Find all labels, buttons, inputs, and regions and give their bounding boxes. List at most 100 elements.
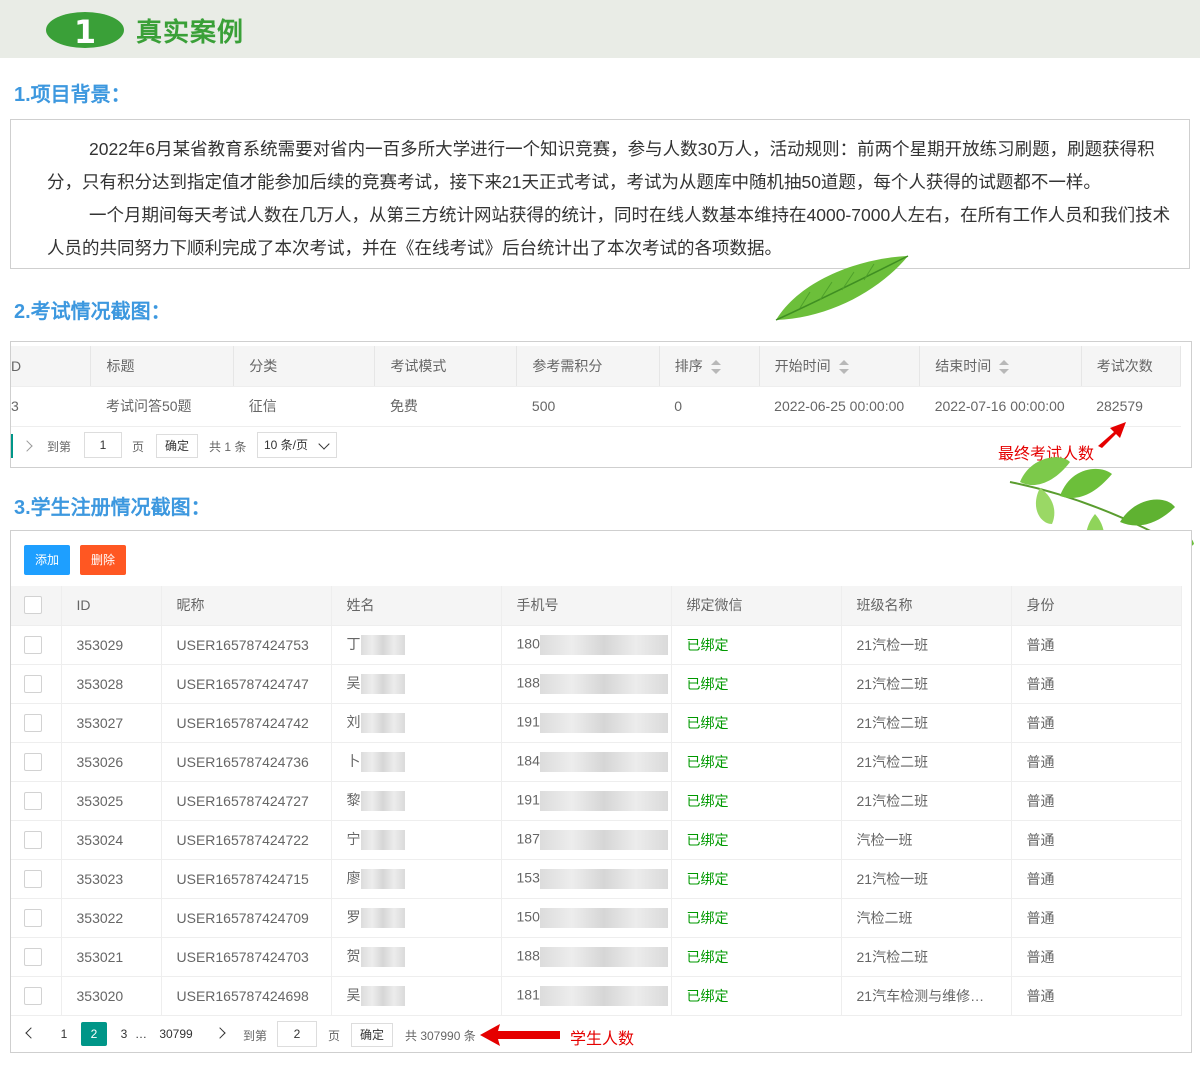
row-checkbox[interactable] <box>24 752 42 771</box>
page-number-button[interactable]: 2 <box>81 1022 107 1046</box>
student-cell-phone: 180 <box>502 634 671 655</box>
student-cell-name: 丁 <box>332 634 501 656</box>
redaction-blur <box>539 985 668 1006</box>
pager-edge <box>11 434 13 458</box>
student-cell-nickname: USER165787424698 <box>176 987 309 1004</box>
goto-label: 到第 <box>47 440 72 454</box>
redaction-blur <box>539 673 668 694</box>
student-cell-class: 21汽车检测与维修… <box>856 987 985 1004</box>
student-phone-visible: 191 <box>516 791 540 808</box>
student-cell-class: 21汽检二班 <box>856 792 929 809</box>
exam-cell-mode: 免费 <box>389 398 418 414</box>
total-count: 共 1 条 <box>209 440 247 454</box>
redaction-blur <box>360 674 405 695</box>
chevron-left-icon[interactable] <box>25 1027 37 1039</box>
total-count: 共 307990 条 <box>405 1029 476 1043</box>
exam-col-mode: 考试模式 <box>390 357 447 374</box>
student-name-visible: 贺 <box>346 947 361 964</box>
goto-page-input[interactable] <box>277 1021 317 1047</box>
student-cell-wechat: 已绑定 <box>686 870 729 887</box>
redaction-blur <box>539 907 668 928</box>
student-cell-name: 刘 <box>332 712 501 734</box>
student-cell-nickname: USER165787424722 <box>176 831 309 848</box>
table-row: 353026 USER165787424736 卜 184 已绑定 21汽检二班 普通 <box>11 742 1182 782</box>
exam-col-count: 考试次数 <box>1096 357 1153 374</box>
red-arrow-icon <box>1098 422 1126 448</box>
student-phone-visible: 150 <box>516 908 540 925</box>
exam-table-header: D 标题 分类 考试模式 参考需积分 排序 开始时间 结束时间 考试次数 <box>11 346 1182 387</box>
student-cell-nickname: USER165787424736 <box>176 753 309 770</box>
row-checkbox[interactable] <box>24 908 42 927</box>
student-cell-class: 21汽检一班 <box>856 636 929 653</box>
page-unit-label: 页 <box>132 440 145 454</box>
table-row: 353021 USER165787424703 贺 188 已绑定 21汽检二班 普通 <box>11 937 1182 977</box>
row-checkbox[interactable] <box>24 986 42 1005</box>
exam-cell-sort: 0 <box>674 398 683 414</box>
confirm-button[interactable]: 确定 <box>351 1023 393 1047</box>
select-all-checkbox[interactable] <box>24 596 42 615</box>
student-col-nickname: 昵称 <box>176 597 205 614</box>
student-cell-wechat: 已绑定 <box>686 987 729 1004</box>
redaction-blur <box>360 635 405 656</box>
student-cell-wechat: 已绑定 <box>686 831 729 848</box>
table-row: 353020 USER165787424698 吴 181 已绑定 21汽车检测与维修… 普… <box>11 976 1182 1016</box>
chevron-right-icon[interactable] <box>214 1027 226 1039</box>
student-phone-visible: 181 <box>516 986 540 1003</box>
student-cell-wechat: 已绑定 <box>686 675 729 692</box>
redaction-blur <box>360 908 405 929</box>
sort-icon[interactable] <box>999 360 1010 375</box>
student-cell-nickname: USER165787424727 <box>176 792 309 809</box>
page-size-value: 10 条/页 <box>264 438 309 452</box>
sort-icon[interactable] <box>838 360 849 375</box>
redaction-blur <box>539 712 668 733</box>
sort-icon[interactable] <box>710 360 721 375</box>
student-screenshot: 添加 删除 ID 昵称 姓名 手机号 绑定微信 班级名称 身份 353029 US… <box>10 530 1192 1053</box>
student-name-visible: 宁 <box>346 830 361 847</box>
row-checkbox[interactable] <box>24 830 42 849</box>
page-number-button[interactable]: 30799 <box>151 1022 201 1046</box>
student-name-visible: 黎 <box>346 791 361 808</box>
student-col-role: 身份 <box>1026 597 1055 614</box>
exam-col-sort-header[interactable]: 排序 <box>659 346 760 387</box>
exam-col-start-header[interactable]: 开始时间 <box>759 346 921 387</box>
student-col-wechat: 绑定微信 <box>686 597 743 614</box>
goto-label: 到第 <box>243 1029 268 1043</box>
row-checkbox[interactable] <box>24 791 42 810</box>
redaction-blur <box>539 868 668 889</box>
table-row: 353024 USER165787424722 宁 187 已绑定 汽检一班 普通 <box>11 820 1182 860</box>
chevron-down-icon <box>318 438 330 450</box>
row-checkbox[interactable] <box>24 635 42 654</box>
row-checkbox[interactable] <box>24 947 42 966</box>
exam-col-id: D <box>11 357 22 374</box>
chevron-right-icon[interactable] <box>21 440 33 452</box>
redaction-blur <box>539 946 668 967</box>
exam-cell-points: 500 <box>531 398 556 414</box>
add-button[interactable]: 添加 <box>24 545 70 575</box>
student-cell-name: 罗 <box>332 907 501 929</box>
student-name-visible: 吴 <box>346 674 361 691</box>
student-cell-class: 21汽检二班 <box>856 675 929 692</box>
table-row: 353025 USER165787424727 黎 191 已绑定 21汽检二班 普通 <box>11 781 1182 821</box>
row-checkbox[interactable] <box>24 674 42 693</box>
student-cell-nickname: USER165787424709 <box>176 909 309 926</box>
student-cell-role: 普通 <box>1026 831 1055 848</box>
page-size-select[interactable]: 10 条/页 <box>257 432 337 458</box>
row-checkbox[interactable] <box>24 713 42 732</box>
background-text-box: 2022年6月某省教育系统需要对省内一百多所大学进行一个知识竞赛，参与人数30万… <box>10 119 1190 269</box>
background-paragraph-2: 一个月期间每天考试人数在几万人，从第三方统计网站获得的统计，同时在线人数基本维持… <box>47 205 1171 258</box>
exam-col-end-header[interactable]: 结束时间 <box>919 346 1082 387</box>
confirm-button[interactable]: 确定 <box>156 434 198 458</box>
student-cell-nickname: USER165787424715 <box>176 870 309 887</box>
red-arrow-icon <box>480 1024 560 1046</box>
page-number-button[interactable]: 1 <box>51 1022 77 1046</box>
student-cell-phone: 188 <box>502 946 671 967</box>
student-cell-id: 353021 <box>76 948 124 965</box>
goto-page-input[interactable] <box>84 432 122 458</box>
student-phone-visible: 184 <box>516 752 540 769</box>
student-cell-wechat: 已绑定 <box>686 636 729 653</box>
student-cell-id: 353029 <box>76 636 124 653</box>
row-checkbox[interactable] <box>24 869 42 888</box>
student-cell-role: 普通 <box>1026 948 1055 965</box>
exam-cell-end: 2022-07-16 00:00:00 <box>934 398 1065 414</box>
delete-button[interactable]: 删除 <box>80 545 126 575</box>
